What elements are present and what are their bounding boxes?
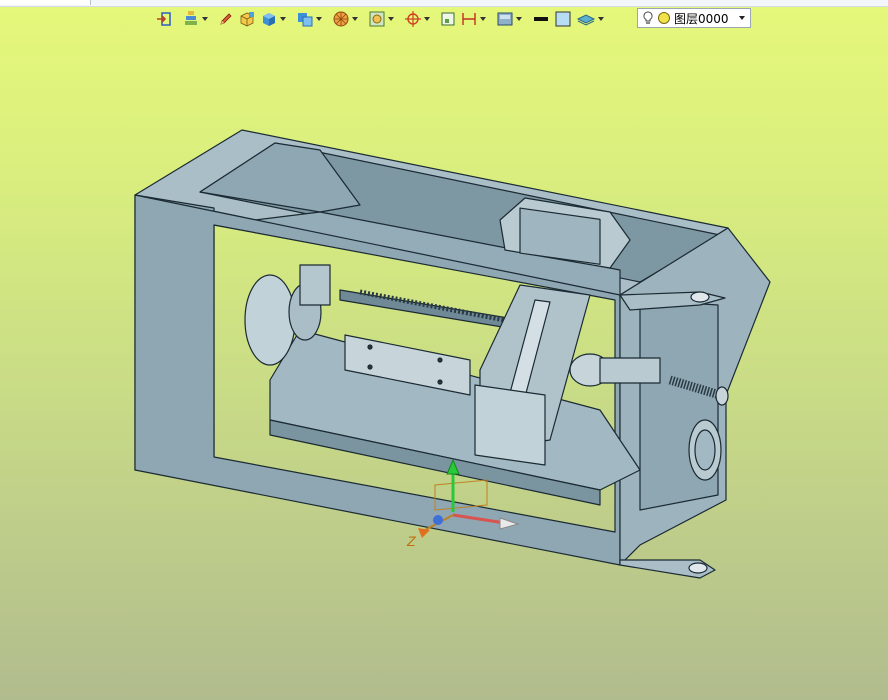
chuck-block bbox=[299, 264, 331, 306]
triad-origin bbox=[433, 515, 443, 525]
ball-screw bbox=[339, 289, 521, 331]
chuck-left bbox=[244, 274, 296, 366]
axis-z-arrow-icon bbox=[418, 528, 430, 538]
tool-block bbox=[474, 384, 546, 466]
model-viewport[interactable]: Z bbox=[0, 0, 888, 700]
tailstock-shaft bbox=[599, 357, 661, 384]
axis-z-label: Z bbox=[406, 533, 416, 549]
